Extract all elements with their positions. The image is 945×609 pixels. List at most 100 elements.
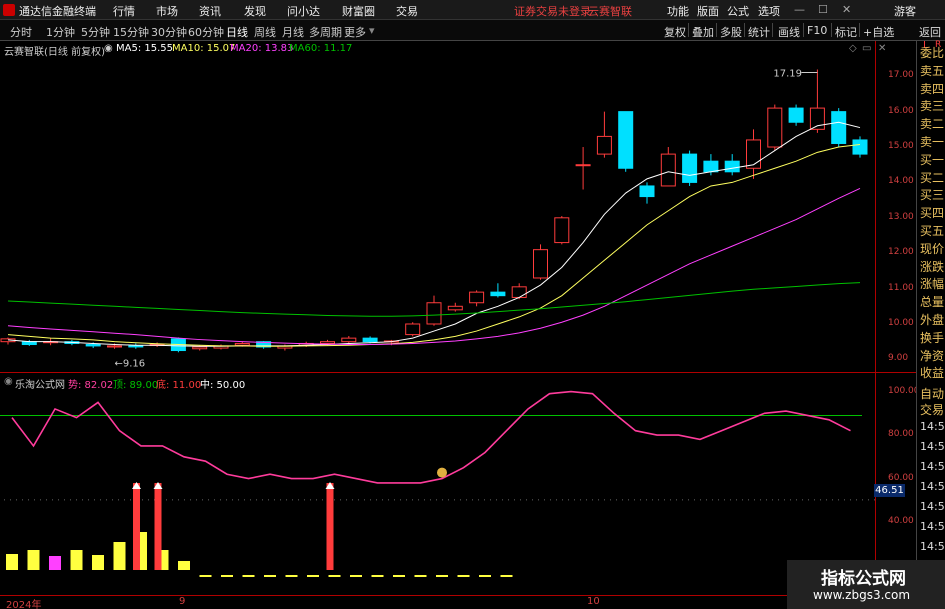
quote-item[interactable]: 外盘	[920, 313, 944, 328]
midline-dot	[424, 499, 425, 501]
menu-banmian[interactable]: 版面	[697, 3, 719, 19]
period-5min[interactable]: 5分钟	[81, 24, 110, 40]
quote-item[interactable]: 卖一	[920, 135, 944, 150]
period-weekly[interactable]: 周线	[254, 24, 276, 40]
menu-gongshi[interactable]: 公式	[727, 3, 749, 19]
midline-dot	[388, 499, 389, 501]
menu-shichang[interactable]: 市场	[156, 3, 178, 19]
midline-dot	[400, 499, 401, 501]
restore-icon[interactable]: ▭	[862, 43, 871, 54]
period-30min[interactable]: 30分钟	[151, 24, 187, 40]
midline-dot	[238, 499, 239, 501]
midline-dot	[508, 499, 509, 501]
period-15min[interactable]: 15分钟	[113, 24, 149, 40]
quote-item[interactable]: 换手	[920, 331, 944, 346]
period-multi[interactable]: 多周期	[309, 24, 342, 40]
period-more[interactable]: 更多	[344, 24, 366, 40]
close-icon[interactable]: ✕	[842, 3, 851, 16]
quote-item[interactable]: 卖三	[920, 99, 944, 114]
auto-label[interactable]: 自动	[920, 387, 944, 402]
ma-settings-icon[interactable]: ◉	[104, 43, 113, 54]
quote-item[interactable]: 买二	[920, 171, 944, 186]
period-1min[interactable]: 1分钟	[46, 24, 75, 40]
btn-huaxian[interactable]: 画线	[778, 24, 800, 40]
midline-dot	[832, 499, 833, 501]
candlestick-chart[interactable]: 17.19 ←9.16	[0, 55, 875, 370]
quote-item[interactable]: 卖二	[920, 117, 944, 132]
guest-label[interactable]: 游客	[894, 3, 916, 19]
diamond-icon[interactable]: ◇	[849, 43, 857, 54]
quote-item[interactable]: 买四	[920, 206, 944, 221]
toolbar-divider	[859, 23, 860, 37]
quote-item[interactable]: 买五	[920, 224, 944, 239]
btn-fuquan[interactable]: 复权	[664, 24, 686, 40]
period-daily[interactable]: 日线	[226, 24, 248, 40]
menu-gongneng[interactable]: 功能	[667, 3, 689, 19]
candle-body	[469, 291, 485, 304]
midline-dot	[418, 499, 419, 501]
midline-dot	[742, 499, 743, 501]
menu-xuanxiang[interactable]: 选项	[758, 3, 780, 19]
midline-dot	[814, 499, 815, 501]
quote-item[interactable]: 涨幅	[920, 277, 944, 292]
btn-f10[interactable]: F10	[807, 24, 827, 37]
volume-bar	[457, 575, 470, 577]
volume-bar	[350, 575, 362, 577]
quote-item[interactable]: 买一	[920, 153, 944, 168]
toolbar-divider	[803, 23, 804, 37]
quote-item[interactable]: 净资	[920, 349, 944, 364]
midline-dot	[178, 499, 179, 501]
quote-item[interactable]: 收益	[920, 366, 944, 381]
login-warning[interactable]: 证券交易未登录	[514, 3, 591, 19]
quote-item[interactable]: 卖五	[920, 64, 944, 79]
volume-bar	[436, 575, 448, 577]
candle-body	[618, 111, 634, 169]
quote-item[interactable]: 买三	[920, 188, 944, 203]
btn-biaoji[interactable]: 标记	[835, 24, 857, 40]
midline-dot	[616, 499, 617, 501]
volume-bar	[500, 575, 513, 577]
midline-dot	[724, 499, 725, 501]
price-tick: 14.00	[888, 176, 914, 187]
btn-diejia[interactable]: 叠加	[692, 24, 714, 40]
trade-label[interactable]: 交易	[920, 403, 944, 418]
menu-zixun[interactable]: 资讯	[199, 3, 221, 19]
btn-zixuan[interactable]: +自选	[863, 24, 894, 40]
btn-duogu[interactable]: 多股	[720, 24, 742, 40]
panel-close-icon[interactable]: ✕	[878, 43, 886, 54]
x-label-year: 2024年	[6, 600, 42, 609]
midline-dot	[676, 499, 677, 501]
title-bar: 通达信金融终端 行情 市场 资讯 发现 问小达 财富圈 交易 证券交易未登录 云…	[0, 0, 945, 20]
candle-body	[107, 345, 122, 348]
ma60-value: MA60: 11.17	[289, 43, 353, 54]
midline-dot	[496, 499, 497, 501]
price-tick: 16.00	[888, 105, 914, 116]
btn-fanhui[interactable]: 返回	[919, 24, 941, 40]
midline-dot	[28, 499, 29, 501]
time-item: 14:56	[920, 440, 945, 453]
period-60min[interactable]: 60分钟	[188, 24, 224, 40]
midline-dot	[850, 499, 851, 501]
quote-item[interactable]: 总量	[920, 295, 944, 310]
menu-caifuquan[interactable]: 财富圈	[342, 3, 375, 19]
chevron-down-icon[interactable]: ▾	[369, 24, 375, 37]
midline-dot	[718, 499, 719, 501]
midline-dot	[604, 499, 605, 501]
midline-dot	[256, 499, 257, 501]
quote-item[interactable]: 委比	[920, 46, 944, 61]
midline-dot	[334, 499, 335, 501]
menu-wenxiaoda[interactable]: 问小达	[287, 3, 320, 19]
menu-jiaoyi[interactable]: 交易	[396, 3, 418, 19]
menu-faxian[interactable]: 发现	[244, 3, 266, 19]
btn-tongji[interactable]: 统计	[748, 24, 770, 40]
x-label-10: 10	[587, 596, 600, 607]
period-monthly[interactable]: 月线	[282, 24, 304, 40]
minimize-icon[interactable]: —	[794, 3, 805, 16]
sub-indicator-chart[interactable]	[0, 385, 875, 595]
maximize-icon[interactable]: ☐	[818, 3, 828, 16]
quote-item[interactable]: 卖四	[920, 82, 944, 97]
quote-item[interactable]: 现价	[920, 242, 944, 257]
period-fenshi[interactable]: 分时	[10, 24, 32, 40]
quote-item[interactable]: 涨跌	[920, 260, 944, 275]
menu-hangqing[interactable]: 行情	[113, 3, 135, 19]
